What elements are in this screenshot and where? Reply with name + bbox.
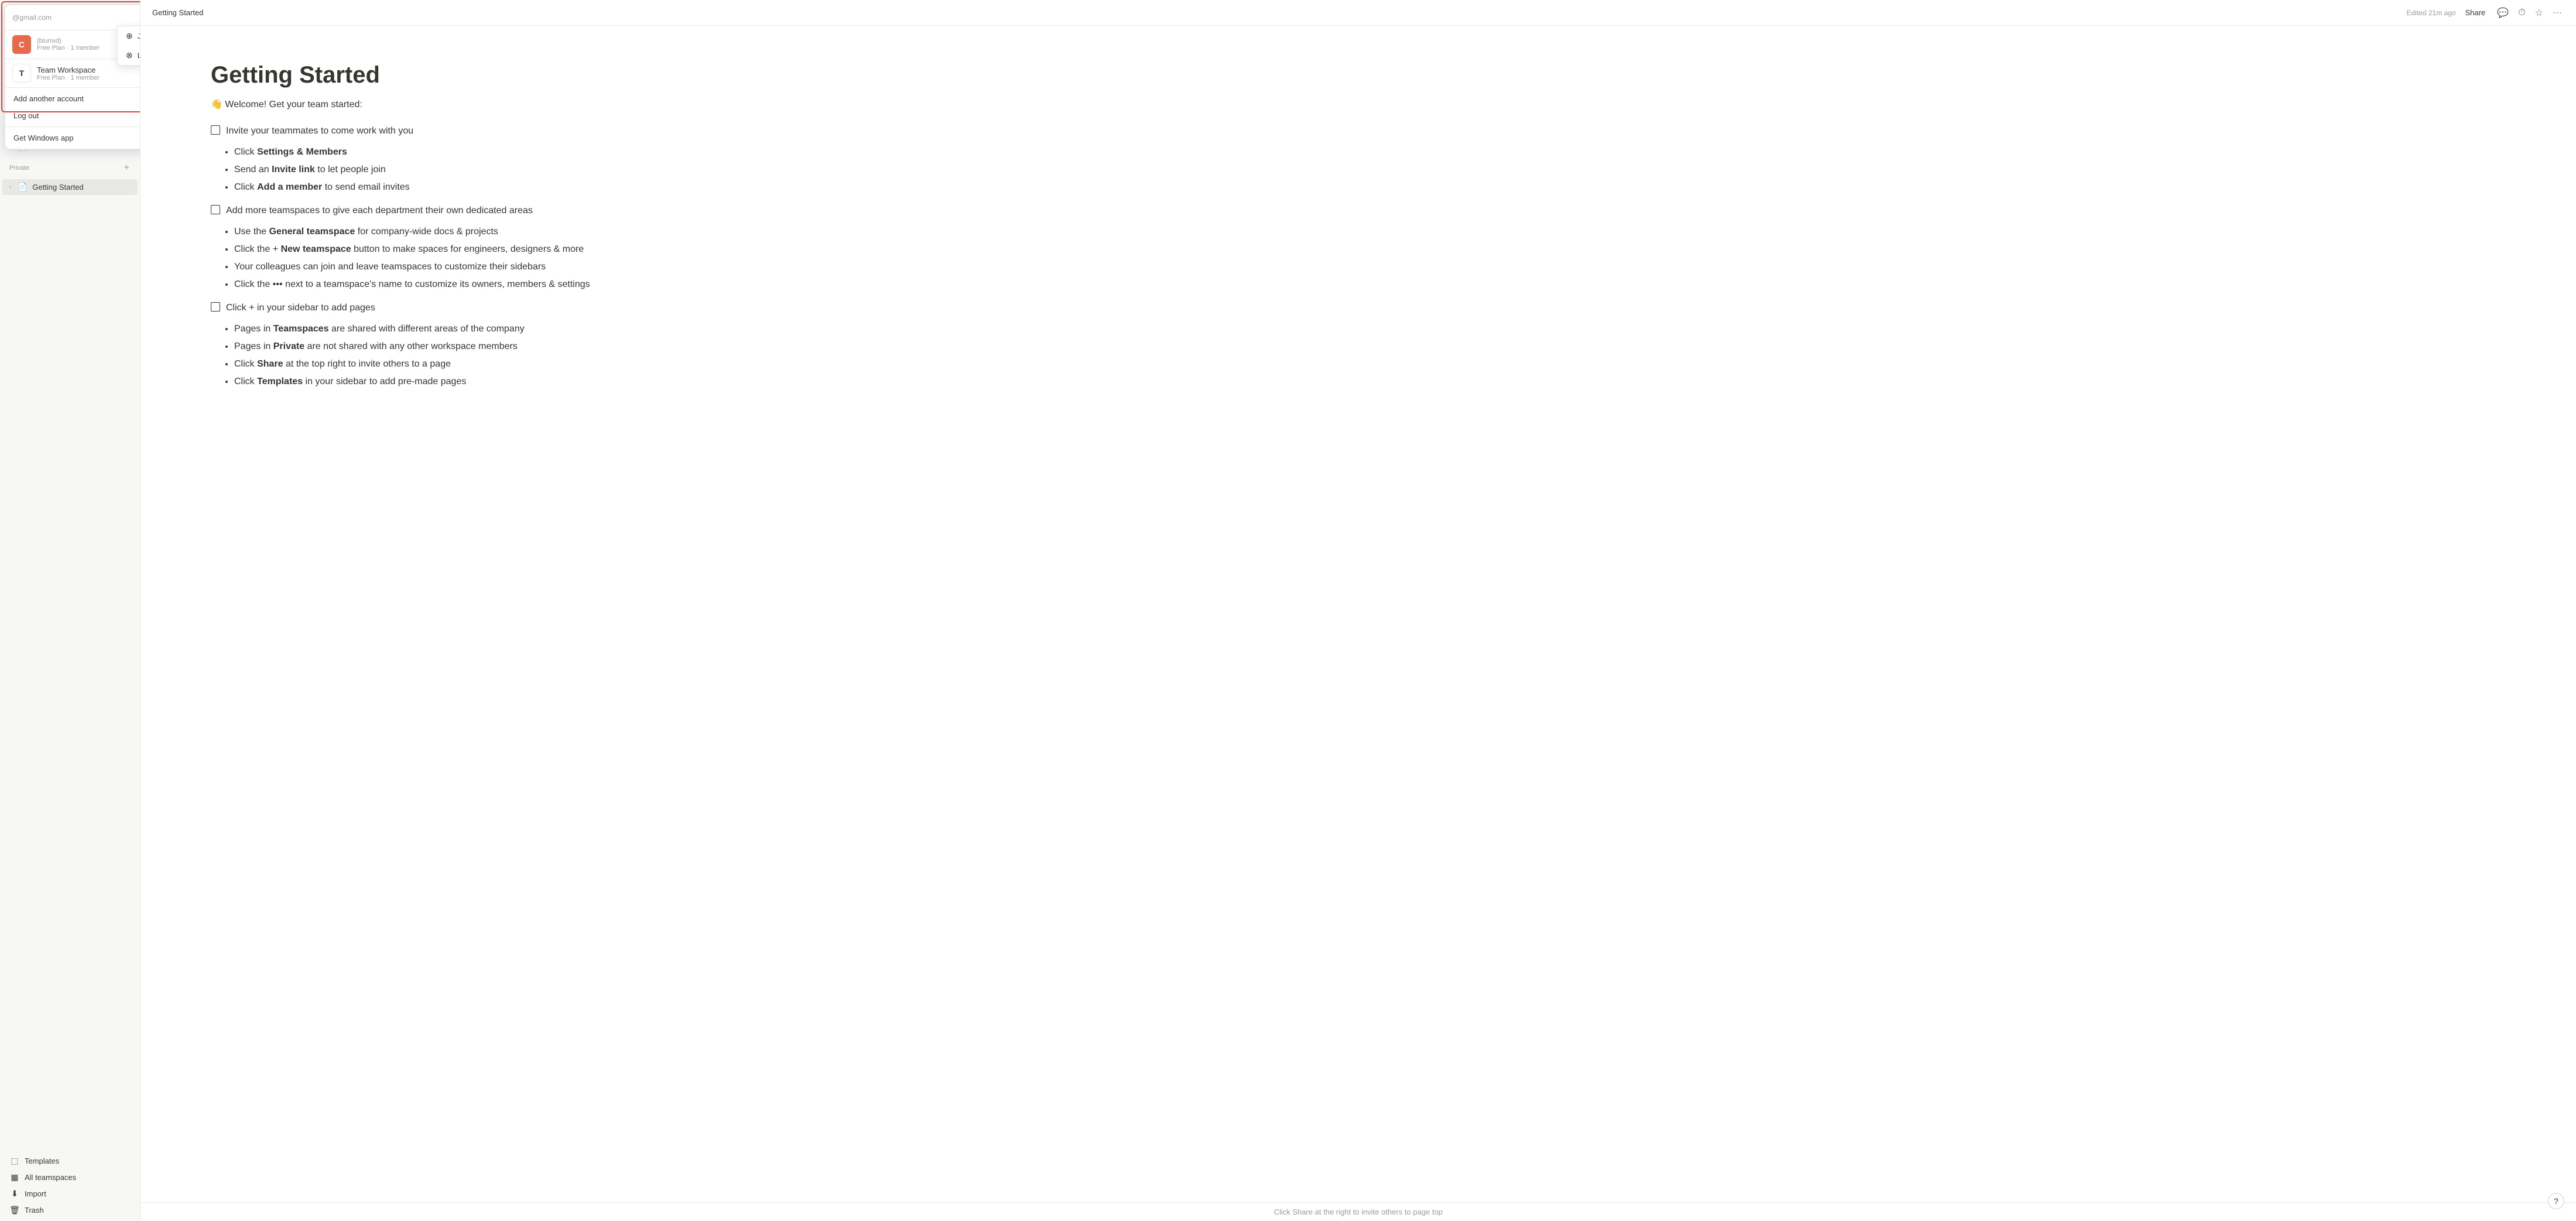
account-email: @gmail.com xyxy=(12,13,141,22)
bullet-1-3: Click Add a member to send email invites xyxy=(234,180,2506,194)
templates-icon: ⬚ xyxy=(9,1156,20,1166)
checklist-text-3: Click + in your sidebar to add pages xyxy=(226,301,375,315)
bullet-list-3: Pages in Teamspaces are shared with diff… xyxy=(234,322,2506,389)
sidebar-item-getting-started[interactable]: › 📄 Getting Started xyxy=(2,179,138,195)
private-pages-list: › 📄 Getting Started xyxy=(0,176,140,198)
more-options-button[interactable]: ··· xyxy=(2550,5,2564,20)
sub-popup[interactable]: ⊕ Join or create workspace ⊗ Log out xyxy=(117,26,141,66)
join-create-label: Join or create workspace xyxy=(138,32,141,40)
bullet-list-2: Use the General teamspace for company-wi… xyxy=(234,225,2506,292)
sidebar-item-import[interactable]: ⬇ Import xyxy=(2,1186,138,1202)
workspace-c-icon: C xyxy=(12,35,31,54)
breadcrumb: Getting Started xyxy=(152,8,2402,17)
workspace-t-name: Team Workspace xyxy=(37,66,141,74)
trash-icon: 🗑 xyxy=(9,1205,20,1215)
checkbox-1[interactable] xyxy=(211,125,220,135)
import-icon: ⬇ xyxy=(9,1189,20,1199)
chevron-icon: › xyxy=(9,184,11,190)
status-bar: Click Share at the right to invite other… xyxy=(141,1202,2576,1221)
bullet-2-2: Click the + New teamspace button to make… xyxy=(234,242,2506,256)
checkbox-2[interactable] xyxy=(211,205,220,214)
checklist-item-3: Click + in your sidebar to add pages xyxy=(211,301,2506,315)
workspace-t-icon: T xyxy=(12,64,31,83)
page-content: Getting Started 👋 Welcome! Get your team… xyxy=(141,26,2576,1202)
bullet-3-2: Pages in Private are not shared with any… xyxy=(234,340,2506,354)
workspace-t-info: Team Workspace Free Plan · 1 member xyxy=(37,66,141,81)
bullet-2-3: Your colleagues can join and leave teams… xyxy=(234,260,2506,274)
page-title: Getting Started xyxy=(211,61,2506,89)
page-subtitle: 👋 Welcome! Get your team started: xyxy=(211,98,2506,110)
share-button[interactable]: Share xyxy=(2461,6,2491,19)
help-button[interactable]: ? xyxy=(2548,1193,2564,1209)
checklist-text-2: Add more teamspaces to give each departm… xyxy=(226,204,533,218)
workspace-t-plan: Free Plan · 1 member xyxy=(37,74,141,81)
comments-button[interactable]: 💬 xyxy=(2495,5,2511,21)
sub-logout-button[interactable]: ⊗ Log out xyxy=(118,46,141,65)
add-account-button[interactable]: Add another account xyxy=(5,90,141,107)
sidebar-item-all-teamspaces[interactable]: ▦ All teamspaces xyxy=(2,1169,138,1185)
favorite-button[interactable]: ☆ xyxy=(2533,5,2546,21)
topbar-actions: Edited 21m ago Share 💬 ⏱ ☆ ··· xyxy=(2407,5,2565,21)
sub-logout-label: Log out xyxy=(138,51,141,60)
logout-button[interactable]: Log out xyxy=(5,107,141,124)
get-windows-app-button[interactable]: Get Windows app xyxy=(5,129,141,146)
checklist-text-1: Invite your teammates to come work with … xyxy=(226,124,413,138)
edited-status: Edited 21m ago xyxy=(2407,9,2456,17)
main-content: Getting Started Edited 21m ago Share 💬 ⏱… xyxy=(141,0,2576,1221)
checklist-item-1: Invite your teammates to come work with … xyxy=(211,124,2506,138)
bullet-2-1: Use the General teamspace for company-wi… xyxy=(234,225,2506,239)
join-create-workspace-button[interactable]: ⊕ Join or create workspace xyxy=(118,26,141,46)
bullet-1-1: Click Settings & Members xyxy=(234,145,2506,159)
bullet-1-2: Send an Invite link to let people join xyxy=(234,163,2506,177)
bullet-2-4: Click the ••• next to a teamspace's name… xyxy=(234,278,2506,292)
checkbox-3[interactable] xyxy=(211,302,220,312)
topbar: Getting Started Edited 21m ago Share 💬 ⏱… xyxy=(141,0,2576,26)
sidebar-item-templates[interactable]: ⬚ Templates xyxy=(2,1153,138,1169)
add-private-page-button[interactable]: + xyxy=(123,162,131,174)
sidebar-item-trash[interactable]: 🗑 Trash xyxy=(2,1202,138,1218)
bullet-list-1: Click Settings & Members Send an Invite … xyxy=(234,145,2506,194)
checklist-item-2: Add more teamspaces to give each departm… xyxy=(211,204,2506,218)
bullet-3-3: Click Share at the top right to invite o… xyxy=(234,357,2506,371)
teamspaces-all-icon: ▦ xyxy=(9,1172,20,1182)
account-actions: Add another account Log out Get Windows … xyxy=(5,88,141,149)
sidebar: T Team Workspace ≪ 🔍 Search ⌂ Home 📥 Inb… xyxy=(0,0,141,1221)
sidebar-bottom-nav: ⬚ Templates ▦ All teamspaces ⬇ Import 🗑 … xyxy=(0,1150,140,1221)
bullet-3-4: Click Templates in your sidebar to add p… xyxy=(234,375,2506,389)
divider xyxy=(5,126,141,127)
status-text: Click Share at the right to invite other… xyxy=(1274,1208,1443,1216)
page-icon: 📄 xyxy=(17,182,28,192)
bullet-3-1: Pages in Teamspaces are shared with diff… xyxy=(234,322,2506,336)
history-button[interactable]: ⏱ xyxy=(2516,5,2527,20)
add-circle-icon: ⊕ xyxy=(126,31,133,41)
private-section-label: Private + xyxy=(0,158,140,176)
logout-circle-icon: ⊗ xyxy=(126,50,133,60)
